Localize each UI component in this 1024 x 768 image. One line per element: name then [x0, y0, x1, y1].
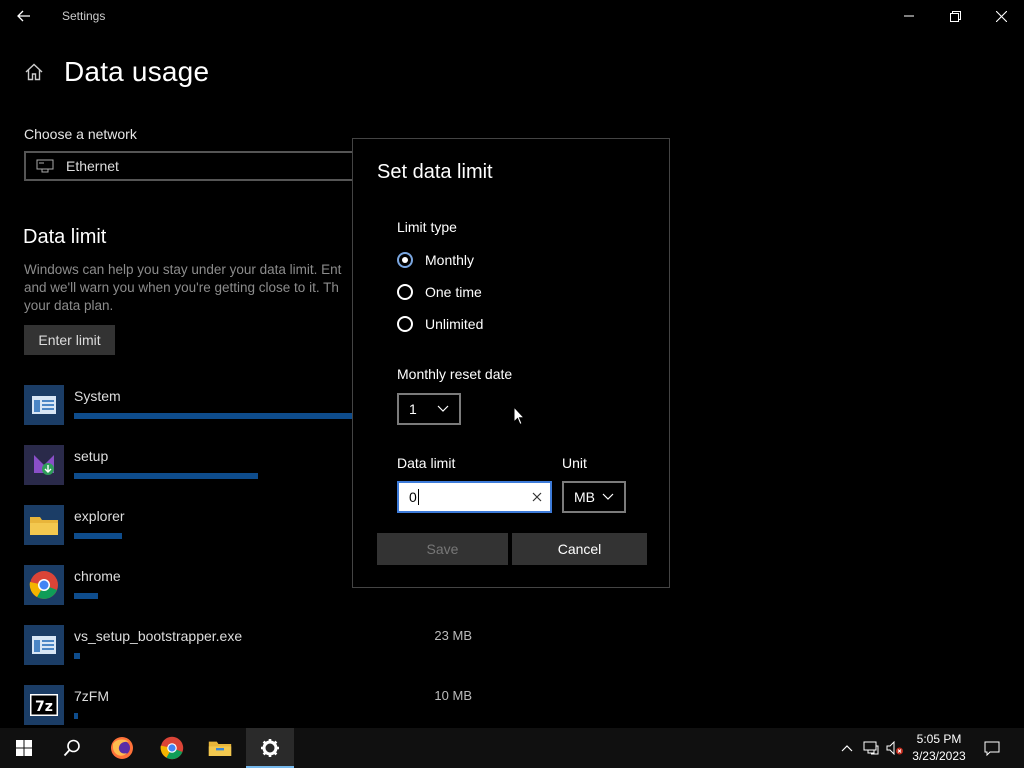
settings-gear-icon [261, 739, 279, 757]
data-limit-value: 0 [409, 489, 417, 505]
reset-date-dropdown[interactable]: 1 [397, 393, 461, 425]
restore-icon [949, 10, 961, 22]
radio-indicator [397, 284, 413, 300]
app-title: Settings [62, 9, 106, 23]
text-caret [417, 489, 419, 505]
app-name: 7zFM [74, 688, 109, 704]
app-window-icon [24, 385, 64, 425]
reset-date-label: Monthly reset date [397, 366, 513, 382]
minimize-icon [904, 15, 914, 17]
back-arrow-icon [17, 10, 30, 22]
app-usage-size: 10 MB [434, 688, 472, 703]
page-title: Data usage [64, 56, 210, 87]
app-name: vs_setup_bootstrapper.exe [74, 628, 243, 644]
taskbar: 5:05 PM 3/23/2023 [0, 728, 1024, 768]
save-button[interactable]: Save [377, 533, 508, 565]
set-data-limit-dialog: Set data limit Limit type Monthly One ti… [352, 138, 670, 588]
choose-network-label: Choose a network [24, 126, 137, 142]
radio-label: One time [425, 284, 482, 300]
7zip-icon: 7z [24, 685, 64, 725]
limit-type-label: Limit type [397, 219, 457, 235]
search-icon [63, 739, 80, 757]
clock-date: 3/23/2023 [912, 749, 966, 763]
taskbar-firefox[interactable] [98, 728, 146, 768]
chevron-up-icon [841, 745, 853, 752]
dialog-title: Set data limit [377, 161, 493, 183]
network-tray-button[interactable] [860, 728, 882, 768]
usage-bar [74, 593, 98, 599]
app-name: setup [74, 448, 109, 464]
app-name: System [74, 388, 121, 404]
taskbar-search-button[interactable] [48, 728, 96, 768]
action-center-button[interactable] [978, 728, 1006, 768]
folder-icon [24, 505, 64, 545]
taskbar-settings[interactable] [246, 728, 294, 768]
notification-icon [984, 741, 1000, 756]
ethernet-icon [36, 159, 54, 173]
usage-bar [74, 533, 122, 539]
mouse-cursor-icon [513, 406, 525, 426]
back-button[interactable] [8, 4, 40, 28]
file-explorer-icon [208, 741, 232, 756]
unit-value: MB [574, 489, 595, 505]
setup-installer-icon [24, 445, 64, 485]
svg-text:7z: 7z [35, 699, 53, 715]
volume-tray-button[interactable] [884, 728, 906, 768]
unit-dropdown[interactable]: MB [562, 481, 626, 513]
usage-bar [74, 653, 80, 659]
data-limit-description: Windows can help you stay under your dat… [24, 262, 342, 313]
reset-date-value: 1 [409, 401, 417, 417]
radio-unlimited[interactable]: Unlimited [397, 313, 483, 335]
chevron-down-icon [437, 405, 449, 412]
network-selected-value: Ethernet [66, 158, 119, 174]
usage-bar [74, 473, 258, 479]
close-button[interactable] [978, 0, 1024, 32]
taskbar-file-explorer[interactable] [196, 728, 244, 768]
data-limit-input[interactable]: 0 [397, 481, 552, 513]
restore-button[interactable] [932, 0, 978, 32]
taskbar-chrome[interactable] [148, 728, 196, 768]
radio-label: Unlimited [425, 316, 484, 332]
show-hidden-icons-button[interactable] [836, 728, 858, 768]
usage-row-7zfm[interactable]: 7z 7zFM 10 MB [24, 685, 484, 728]
usage-bar [74, 413, 374, 419]
settings-window: Settings Data usage Choose a network Eth… [0, 0, 1024, 728]
network-tray-icon [863, 741, 879, 755]
radio-label: Monthly [425, 252, 475, 268]
clock-time: 5:05 PM [916, 732, 962, 746]
usage-bar [74, 713, 78, 719]
chrome-icon [160, 736, 184, 760]
volume-muted-icon [886, 741, 903, 755]
start-icon [16, 740, 32, 756]
app-name: chrome [74, 568, 121, 584]
start-button[interactable] [0, 728, 48, 768]
app-name: explorer [74, 508, 125, 524]
title-bar: Settings [0, 0, 1024, 32]
unit-label: Unit [562, 455, 587, 471]
home-icon[interactable] [24, 62, 44, 82]
app-window-icon [24, 625, 64, 665]
radio-indicator [397, 252, 413, 268]
enter-limit-button[interactable]: Enter limit [24, 325, 115, 355]
data-limit-heading: Data limit [23, 226, 107, 248]
minimize-button[interactable] [886, 0, 932, 32]
firefox-icon [111, 737, 133, 759]
clear-icon[interactable] [530, 490, 544, 504]
radio-one-time[interactable]: One time [397, 281, 482, 303]
usage-row-vs-setup[interactable]: vs_setup_bootstrapper.exe 23 MB [24, 625, 484, 669]
cancel-button[interactable]: Cancel [512, 533, 647, 565]
data-limit-label: Data limit [397, 455, 456, 471]
taskbar-clock[interactable]: 5:05 PM 3/23/2023 [906, 731, 972, 765]
chevron-down-icon [602, 493, 614, 500]
radio-indicator [397, 316, 413, 332]
close-icon [995, 10, 1007, 22]
network-dropdown[interactable]: Ethernet [24, 151, 364, 181]
radio-monthly[interactable]: Monthly [397, 249, 474, 271]
chrome-icon [24, 565, 64, 605]
app-usage-size: 23 MB [434, 628, 472, 643]
